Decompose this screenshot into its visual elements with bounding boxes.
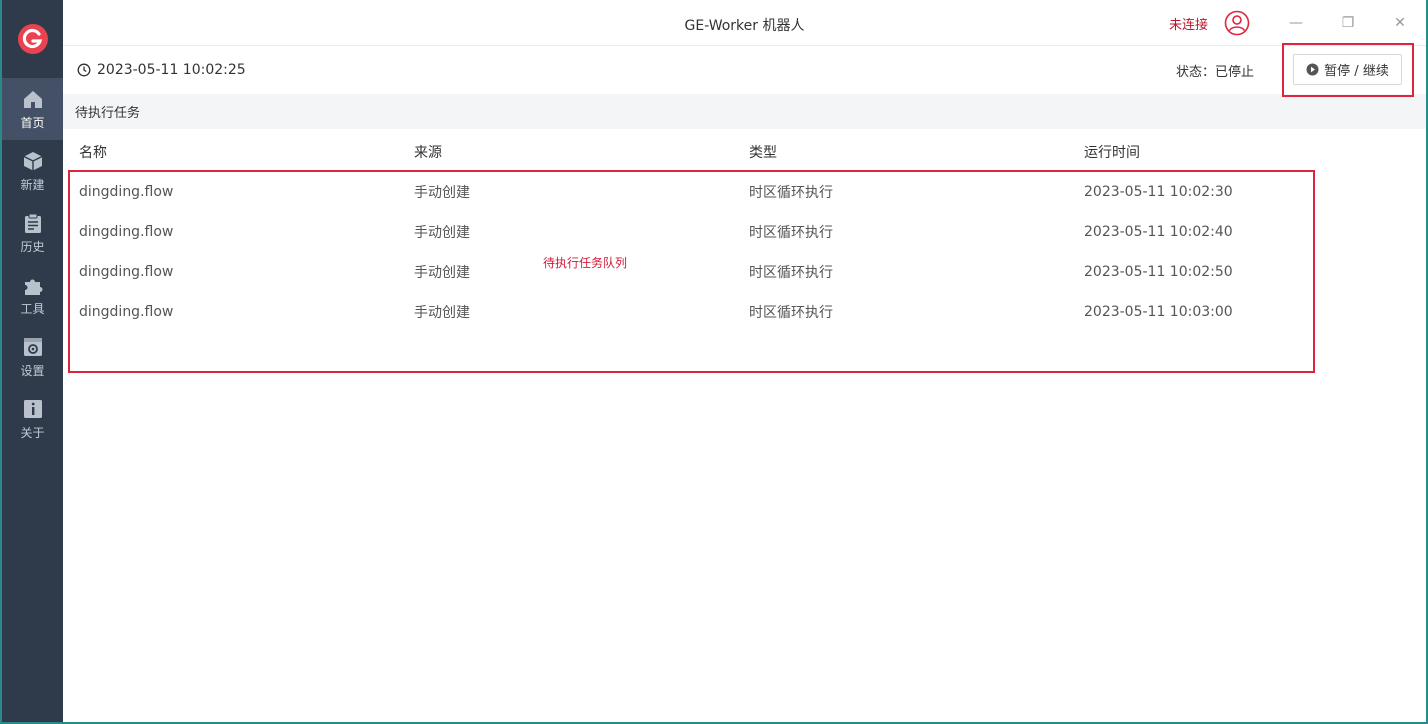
app-window: 首页 新建 历史 工具 设置 关于 GE-Worker 机器人 未连接 — ❐ … <box>2 0 1426 722</box>
sidebar-item-home[interactable]: 首页 <box>2 78 63 140</box>
title-bar: GE-Worker 机器人 未连接 — ❐ ✕ <box>63 0 1426 46</box>
connection-status: 未连接 <box>1168 17 1208 33</box>
column-header-runtime: 运行时间 <box>1084 145 1140 161</box>
column-header-name: 名称 <box>79 145 107 161</box>
app-logo <box>2 0 63 78</box>
sidebar-item-label: 新建 <box>20 177 45 192</box>
column-header-source: 来源 <box>414 145 442 161</box>
sidebar: 首页 新建 历史 工具 设置 关于 <box>2 0 63 722</box>
user-avatar-icon[interactable] <box>1224 9 1252 37</box>
queue-annotation-label: 待执行任务队列 <box>543 256 628 270</box>
section-title: 待执行任务 <box>63 94 1426 129</box>
sidebar-item-label: 工具 <box>20 301 45 316</box>
sidebar-item-label: 关于 <box>20 425 45 440</box>
sidebar-item-about[interactable]: 关于 <box>2 388 63 450</box>
sidebar-item-new[interactable]: 新建 <box>2 140 63 202</box>
clock-icon <box>77 63 91 77</box>
minimize-button[interactable]: — <box>1270 0 1322 46</box>
sidebar-item-label: 历史 <box>20 239 45 254</box>
pause-resume-button[interactable]: 暂停 / 继续 <box>1293 54 1402 85</box>
home-icon <box>22 88 44 110</box>
queue-highlight-box <box>68 170 1315 373</box>
task-table: 名称 来源 类型 运行时间 dingding.flow 手动创建 时区循环执行 … <box>63 129 1426 373</box>
sidebar-item-label: 首页 <box>20 115 45 130</box>
clipboard-icon <box>22 212 44 234</box>
settings-window-icon <box>22 336 44 358</box>
datetime-text: 2023-05-11 10:02:25 <box>97 62 246 78</box>
current-datetime: 2023-05-11 10:02:25 <box>77 62 246 78</box>
restore-button[interactable]: ❐ <box>1322 0 1374 46</box>
close-button[interactable]: ✕ <box>1374 0 1426 46</box>
toolbar: 2023-05-11 10:02:25 状态：已停止 暂停 / 继续 <box>63 43 1426 97</box>
main-panel: GE-Worker 机器人 未连接 — ❐ ✕ 2023-05-11 10:02… <box>63 0 1426 722</box>
sidebar-item-tools[interactable]: 工具 <box>2 264 63 326</box>
sidebar-item-label: 设置 <box>20 363 45 378</box>
column-header-type: 类型 <box>749 145 777 161</box>
pause-resume-label: 暂停 / 继续 <box>1324 64 1389 79</box>
title-controls: 未连接 — ❐ ✕ <box>1169 0 1426 46</box>
run-status: 状态：已停止 <box>1175 65 1254 80</box>
sidebar-item-settings[interactable]: 设置 <box>2 326 63 388</box>
sidebar-item-history[interactable]: 历史 <box>2 202 63 264</box>
info-icon <box>22 398 44 420</box>
puzzle-icon <box>22 274 44 296</box>
play-circle-icon <box>1306 63 1319 76</box>
cube-icon <box>22 150 44 172</box>
table-header: 名称 来源 类型 运行时间 <box>63 129 1426 172</box>
